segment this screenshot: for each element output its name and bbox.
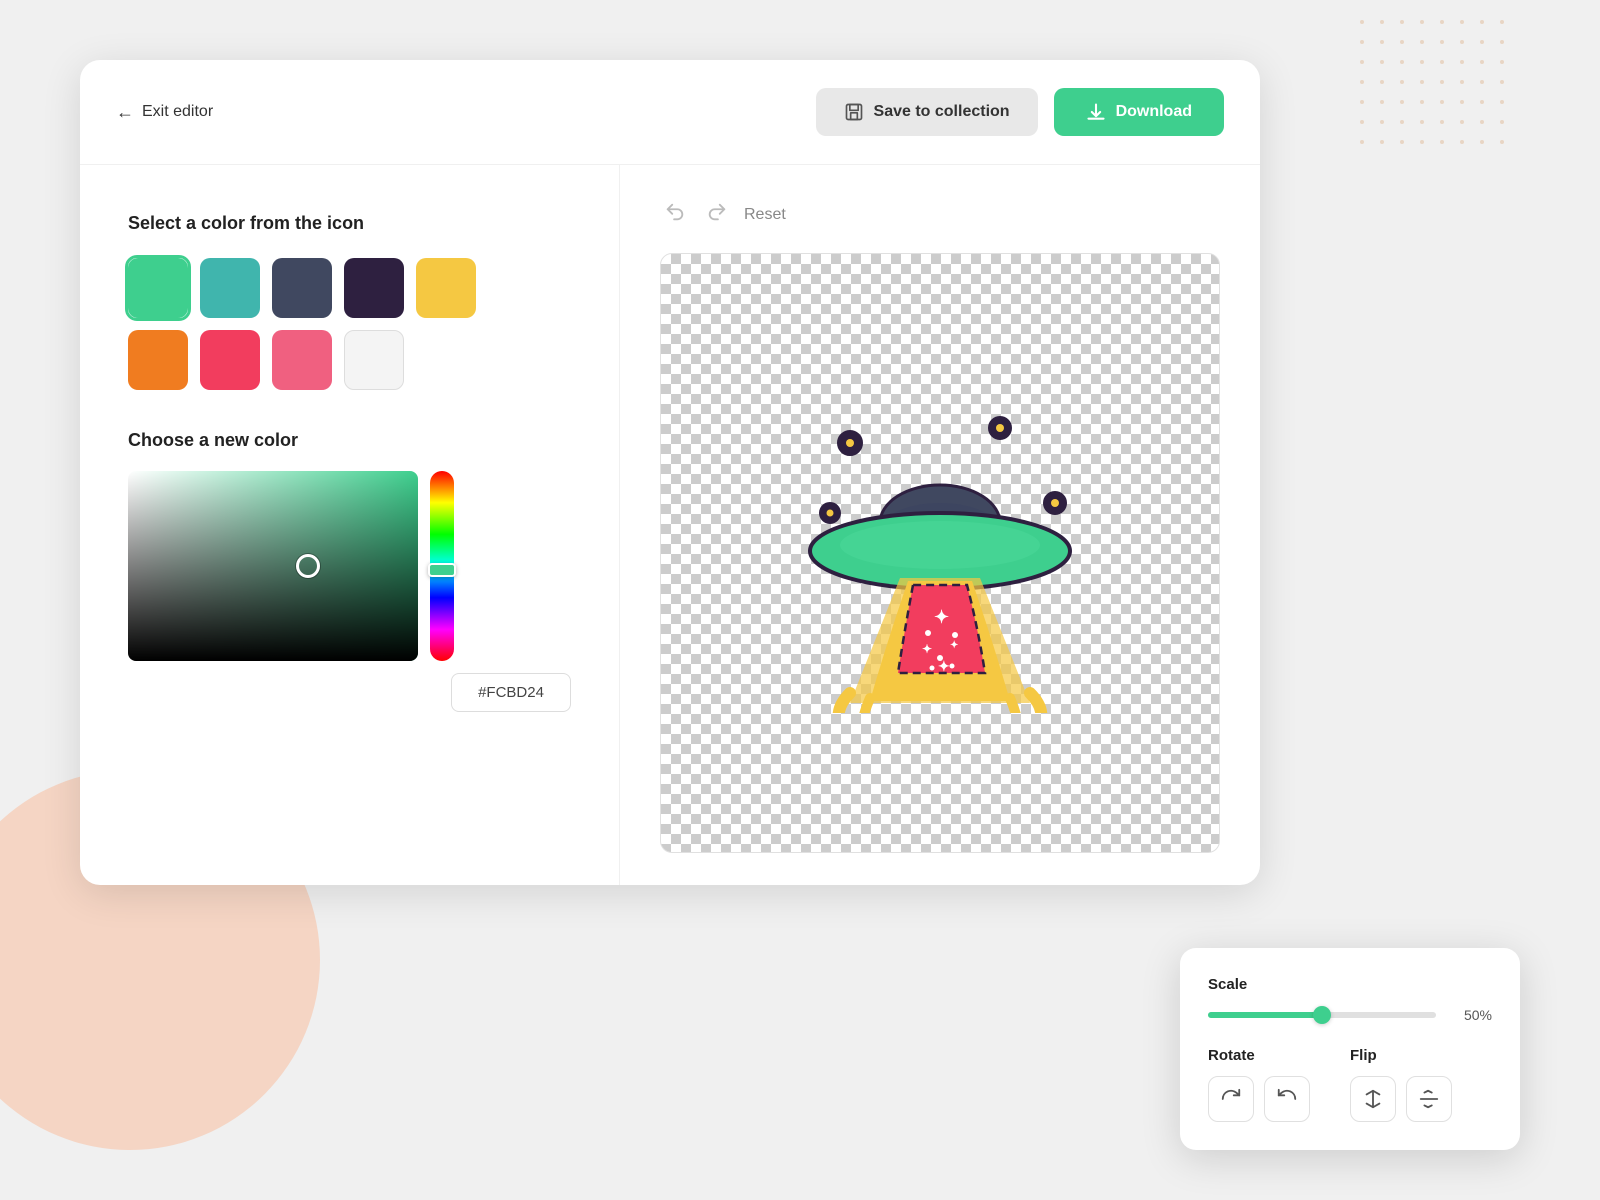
color-section-title: Select a color from the icon <box>128 213 571 234</box>
scale-slider-thumb[interactable] <box>1313 1006 1331 1024</box>
flip-horizontal-button[interactable] <box>1350 1076 1396 1122</box>
color-row-2 <box>128 330 571 390</box>
icon-canvas: ✦ ✦ ✦ ✦ <box>660 253 1220 853</box>
save-icon <box>844 102 864 122</box>
download-label: Download <box>1116 103 1192 121</box>
scale-slider-fill <box>1208 1012 1322 1018</box>
color-swatch-orange[interactable] <box>128 330 188 390</box>
flip-section: Flip <box>1350 1047 1452 1122</box>
rotate-buttons <box>1208 1076 1310 1122</box>
color-swatch-dark-purple[interactable] <box>344 258 404 318</box>
download-icon <box>1086 102 1106 122</box>
rotate-label: Rotate <box>1208 1047 1310 1064</box>
rotate-section: Rotate <box>1208 1047 1310 1122</box>
exit-editor-button[interactable]: ← Exit editor <box>116 102 213 123</box>
reset-button[interactable]: Reset <box>744 206 786 224</box>
save-collection-button[interactable]: Save to collection <box>816 88 1038 136</box>
flip-buttons <box>1350 1076 1452 1122</box>
rotate-ccw-button[interactable] <box>1264 1076 1310 1122</box>
controls-card: Scale 50% Rotate <box>1180 948 1520 1150</box>
header-actions: Save to collection Download <box>816 88 1224 136</box>
scale-value: 50% <box>1452 1007 1492 1023</box>
flip-vertical-button[interactable] <box>1406 1076 1452 1122</box>
canvas-toolbar: Reset <box>660 197 1220 233</box>
editor-header: ← Exit editor Save to collection Downloa… <box>80 60 1260 165</box>
download-button[interactable]: Download <box>1054 88 1224 136</box>
choose-color-title: Choose a new color <box>128 430 571 451</box>
scale-section: Scale 50% <box>1208 976 1492 1023</box>
editor-body: Select a color from the icon Choose a ne… <box>80 165 1260 885</box>
gradient-dark-overlay <box>128 471 418 661</box>
redo-button[interactable] <box>702 197 732 233</box>
svg-text:✦: ✦ <box>950 640 958 651</box>
color-swatch-white[interactable] <box>344 330 404 390</box>
color-picker-circle[interactable] <box>296 554 320 578</box>
flip-label: Flip <box>1350 1047 1452 1064</box>
svg-text:✦: ✦ <box>934 607 949 627</box>
rotate-cw-button[interactable] <box>1208 1076 1254 1122</box>
hue-slider[interactable] <box>430 471 454 661</box>
scale-slider-track[interactable] <box>1208 1012 1436 1018</box>
color-swatch-teal-light[interactable] <box>128 258 188 318</box>
svg-text:✦: ✦ <box>922 642 932 656</box>
exit-editor-label: Exit editor <box>142 103 213 121</box>
scale-row: 50% <box>1208 1007 1492 1023</box>
color-swatch-teal-dark[interactable] <box>200 258 260 318</box>
color-swatch-yellow[interactable] <box>416 258 476 318</box>
right-panel: Reset <box>620 165 1260 885</box>
dot-grid-decoration <box>1360 20 1520 160</box>
color-swatch-red[interactable] <box>200 330 260 390</box>
ufo-illustration: ✦ ✦ ✦ ✦ <box>770 393 1110 713</box>
hue-thumb[interactable] <box>428 563 456 577</box>
undo-button[interactable] <box>660 197 690 233</box>
color-picker[interactable] <box>128 471 571 661</box>
editor-card: ← Exit editor Save to collection Downloa… <box>80 60 1260 885</box>
color-swatch-pink[interactable] <box>272 330 332 390</box>
left-panel: Select a color from the icon Choose a ne… <box>80 165 620 885</box>
rotate-flip-row: Rotate Flip <box>1208 1047 1492 1122</box>
scale-label: Scale <box>1208 976 1492 993</box>
hex-input[interactable] <box>451 673 571 712</box>
save-collection-label: Save to collection <box>874 103 1010 121</box>
chevron-left-icon: ← <box>116 102 134 123</box>
color-gradient-canvas[interactable] <box>128 471 418 661</box>
color-row-1 <box>128 258 571 318</box>
color-swatch-navy[interactable] <box>272 258 332 318</box>
